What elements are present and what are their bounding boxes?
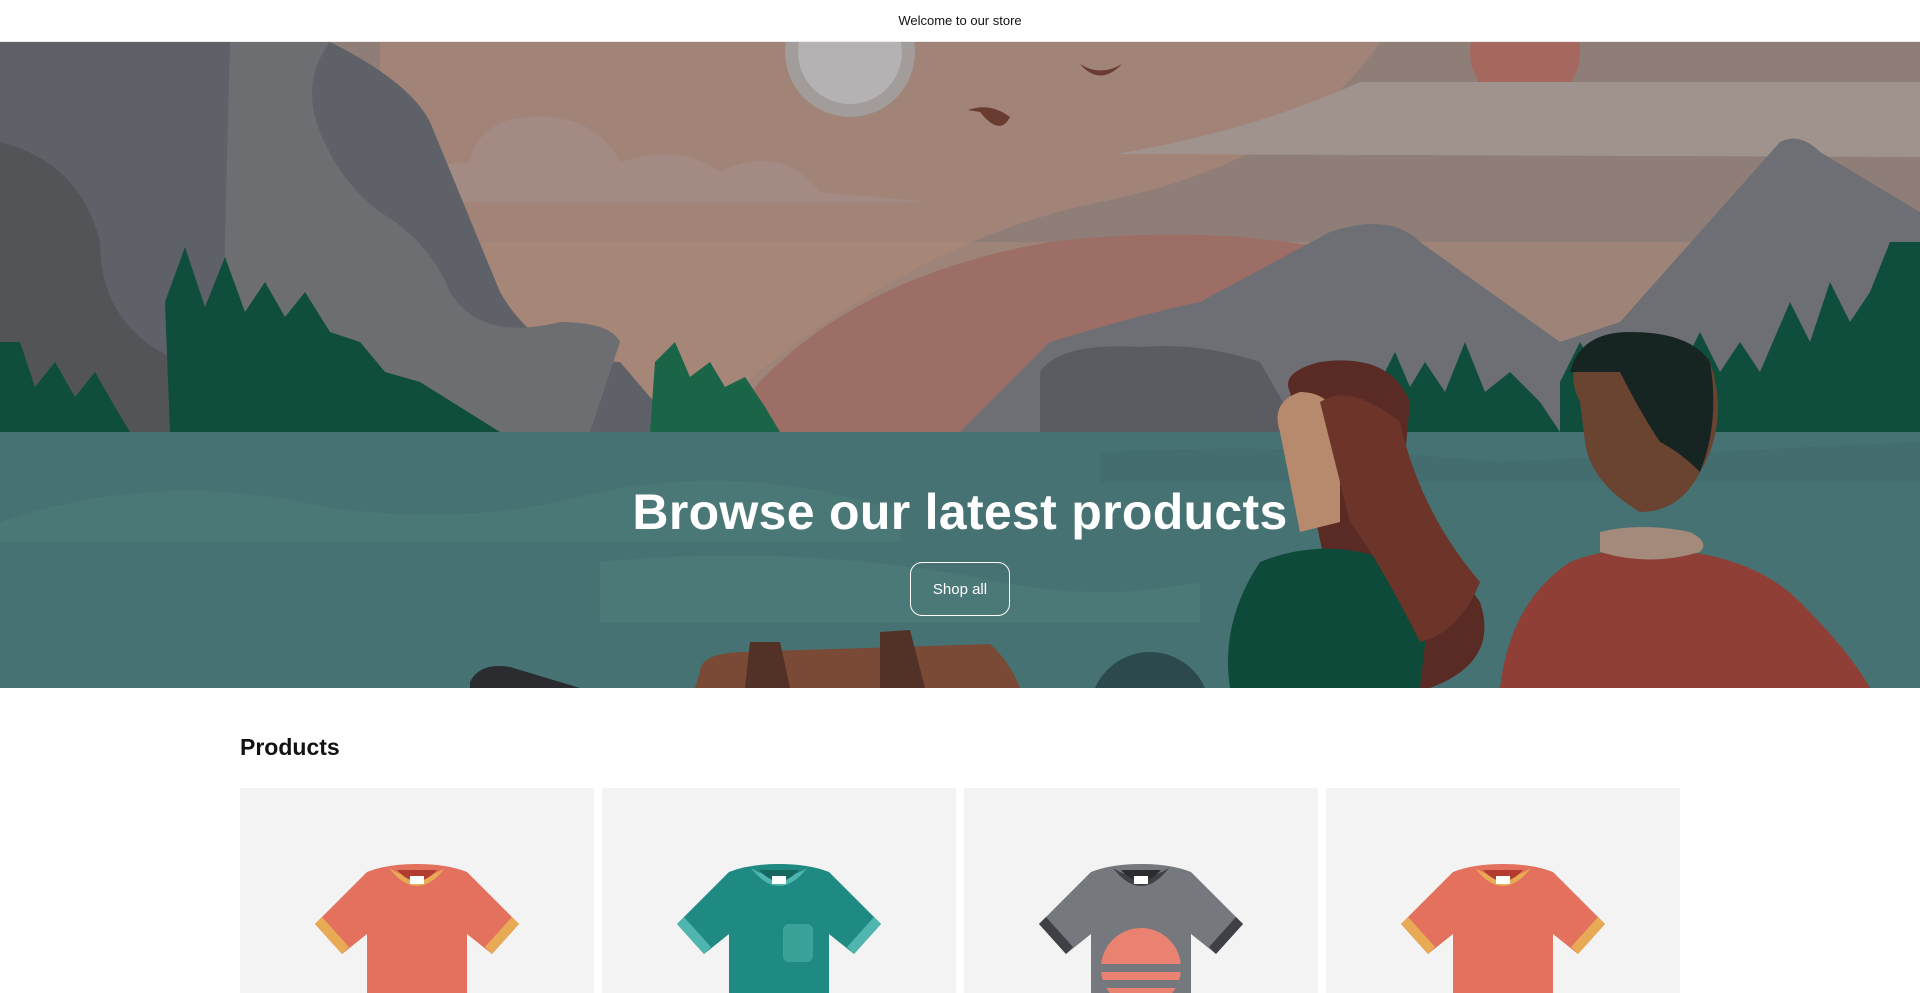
shop-all-button[interactable]: Shop all (910, 562, 1010, 616)
product-card[interactable] (964, 788, 1318, 993)
product-card[interactable] (1326, 788, 1680, 993)
coral-tshirt-icon (1401, 864, 1605, 993)
hero-content: Browse our latest products Shop all (0, 482, 1920, 616)
hero-banner: Browse our latest products Shop all (0, 42, 1920, 688)
coral-tshirt-icon (315, 864, 519, 993)
products-heading: Products (240, 734, 340, 760)
announcement-text: Welcome to our store (898, 13, 1022, 28)
hero-title: Browse our latest products (632, 484, 1288, 540)
gray-tshirt-icon (1039, 864, 1243, 993)
teal-tshirt-icon (677, 864, 881, 993)
announcement-bar: Welcome to our store (0, 0, 1920, 42)
product-grid (240, 788, 1680, 993)
products-section: Products (240, 688, 1680, 993)
product-card[interactable] (240, 788, 594, 993)
product-card[interactable] (602, 788, 956, 993)
